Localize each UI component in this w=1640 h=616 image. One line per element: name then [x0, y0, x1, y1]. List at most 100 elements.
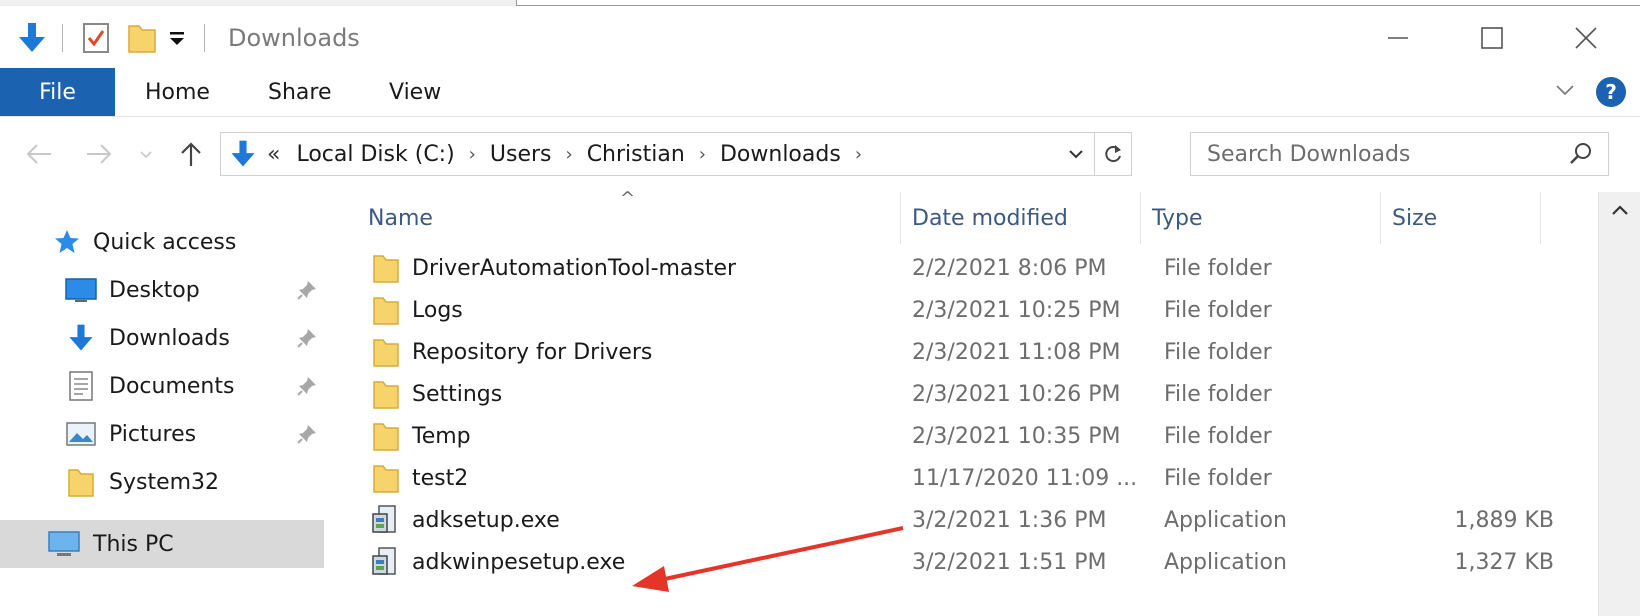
column-header-date-modified[interactable]: Date modified: [900, 192, 1140, 244]
file-list: ^ Name Date modified Type Size DriverAut…: [334, 188, 1596, 616]
pin-icon[interactable]: [296, 327, 318, 349]
new-folder-icon[interactable]: [126, 20, 158, 56]
file-date-modified: 2/3/2021 10:26 PM: [912, 381, 1121, 407]
sidebar-item-this-pc[interactable]: This PC: [0, 520, 324, 568]
search-placeholder: Search Downloads: [1207, 141, 1411, 167]
table-row[interactable]: DriverAutomationTool-master 2/2/2021 8:06…: [334, 246, 1596, 290]
breadcrumb-local-disk[interactable]: Local Disk (C:): [296, 142, 454, 167]
expand-ribbon-button[interactable]: [1553, 78, 1577, 102]
file-name: Settings: [412, 381, 503, 407]
download-arrow-icon: [64, 321, 98, 355]
file-date-modified: 2/3/2021 10:35 PM: [912, 423, 1121, 449]
refresh-button[interactable]: [1095, 133, 1131, 175]
search-input[interactable]: Search Downloads: [1190, 132, 1609, 176]
desktop-icon: [64, 273, 98, 307]
column-header-size[interactable]: Size: [1380, 192, 1540, 244]
file-type: File folder: [1164, 423, 1272, 449]
table-row[interactable]: Repository for Drivers 2/3/2021 11:08 PM F…: [334, 330, 1596, 374]
computer-icon: [47, 527, 81, 561]
properties-icon[interactable]: [80, 20, 112, 56]
back-button[interactable]: [22, 137, 56, 171]
column-header-type[interactable]: Type: [1140, 192, 1380, 244]
breadcrumb-users[interactable]: Users: [490, 142, 552, 167]
pin-icon[interactable]: [296, 375, 318, 397]
minimize-button[interactable]: [1368, 16, 1428, 60]
sidebar-item-downloads[interactable]: Downloads: [0, 314, 324, 362]
file-size: [1414, 372, 1554, 416]
sidebar-item-label: Desktop: [109, 277, 200, 303]
breadcrumb-christian[interactable]: Christian: [587, 142, 685, 167]
pin-icon[interactable]: [296, 279, 318, 301]
sidebar-item-pictures[interactable]: Pictures: [0, 410, 324, 458]
sidebar-item-label: This PC: [93, 531, 174, 557]
refresh-icon: [1105, 145, 1121, 163]
file-date-modified: 3/2/2021 1:36 PM: [912, 507, 1107, 533]
column-header-name[interactable]: Name: [334, 192, 900, 244]
file-name: test2: [412, 465, 469, 491]
vertical-scrollbar[interactable]: [1598, 192, 1640, 616]
sidebar-item-quick-access[interactable]: Quick access: [0, 218, 324, 266]
chevron-down-icon: [1556, 85, 1574, 96]
chevron-right-icon[interactable]: ›: [699, 144, 706, 165]
folder-icon: [64, 465, 98, 499]
table-row[interactable]: Temp 2/3/2021 10:35 PM File folder: [334, 414, 1596, 458]
navigation-pane: Quick access Desktop Downloads Documents…: [0, 192, 334, 616]
file-date-modified: 2/3/2021 11:08 PM: [912, 339, 1121, 365]
tab-file[interactable]: File: [0, 68, 115, 116]
pin-icon[interactable]: [296, 423, 318, 445]
close-button[interactable]: [1556, 16, 1616, 60]
address-overflow[interactable]: «: [267, 142, 280, 167]
chevron-up-icon: [1612, 205, 1628, 215]
up-button[interactable]: [174, 137, 208, 171]
file-name: Repository for Drivers: [412, 339, 653, 365]
file-size: 1,327 KB: [1454, 549, 1555, 575]
file-type: Application: [1164, 507, 1287, 533]
file-size: [1414, 414, 1554, 458]
installer-icon: [370, 546, 402, 578]
chevron-right-icon[interactable]: ›: [565, 144, 572, 165]
file-date-modified: 2/3/2021 10:25 PM: [912, 297, 1121, 323]
table-row[interactable]: Settings 2/3/2021 10:26 PM File folder: [334, 372, 1596, 416]
file-size: [1414, 330, 1554, 374]
folder-icon: [370, 294, 402, 326]
table-row[interactable]: test2 11/17/2020 11:09 ... File folder: [334, 456, 1596, 500]
breadcrumb-downloads[interactable]: Downloads: [720, 142, 841, 167]
folder-icon: [370, 420, 402, 452]
sidebar-item-label: Pictures: [109, 421, 197, 447]
file-type: File folder: [1164, 297, 1272, 323]
window-title: Downloads: [228, 24, 360, 52]
recent-locations-button[interactable]: [136, 137, 156, 171]
address-bar[interactable]: « Local Disk (C:) › Users › Christian › …: [220, 132, 1132, 176]
sidebar-item-label: Downloads: [109, 325, 230, 351]
file-type: File folder: [1164, 339, 1272, 365]
chevron-right-icon[interactable]: ›: [469, 144, 476, 165]
customize-toolbar-icon[interactable]: [166, 20, 188, 56]
sidebar-item-desktop[interactable]: Desktop: [0, 266, 324, 314]
folder-icon: [370, 462, 402, 494]
tab-share[interactable]: Share: [268, 68, 332, 116]
table-row[interactable]: adkwinpesetup.exe 3/2/2021 1:51 PM Applica…: [334, 540, 1596, 584]
file-name: Logs: [412, 297, 463, 323]
maximize-icon: [1481, 27, 1503, 49]
address-history-button[interactable]: [1058, 133, 1094, 175]
chevron-right-icon[interactable]: ›: [855, 144, 862, 165]
file-date-modified: 2/2/2021 8:06 PM: [912, 255, 1107, 281]
arrow-up-icon: [181, 142, 201, 166]
tab-home[interactable]: Home: [145, 68, 210, 116]
table-row[interactable]: adksetup.exe 3/2/2021 1:36 PM Application 1…: [334, 498, 1596, 542]
toolbar-separator: [62, 24, 63, 52]
download-arrow-icon: [227, 138, 259, 170]
search-icon[interactable]: [1568, 141, 1594, 173]
forward-button[interactable]: [82, 137, 116, 171]
file-date-modified: 11/17/2020 11:09 ...: [912, 465, 1138, 491]
maximize-button[interactable]: [1462, 16, 1522, 60]
tab-view[interactable]: View: [389, 68, 441, 116]
quick-access-download-icon[interactable]: [14, 20, 50, 56]
help-button[interactable]: ?: [1596, 77, 1626, 107]
sidebar-item-documents[interactable]: Documents: [0, 362, 324, 410]
scroll-up-button[interactable]: [1607, 198, 1633, 224]
sidebar-item-system32[interactable]: System32: [0, 458, 324, 506]
table-row[interactable]: Logs 2/3/2021 10:25 PM File folder: [334, 288, 1596, 332]
file-type: Application: [1164, 549, 1287, 575]
arrow-left-icon: [26, 144, 51, 164]
